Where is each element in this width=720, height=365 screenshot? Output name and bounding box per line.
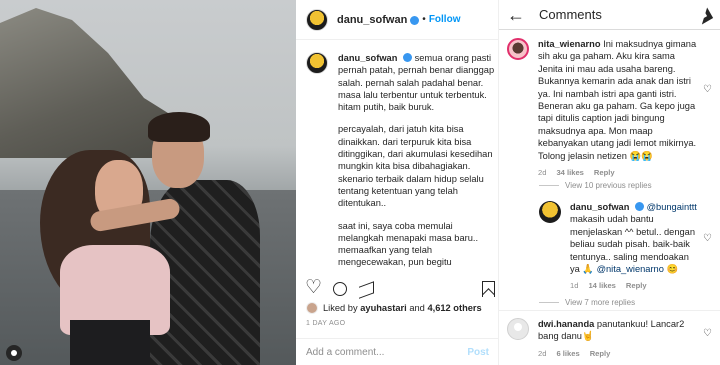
replies-line [539, 185, 559, 186]
share-icon[interactable] [358, 281, 374, 297]
likes-mid: and [409, 303, 425, 313]
comment-item: dwi.hananda panutankuu! Lancar2 bang dan… [507, 318, 712, 358]
send-direct-icon[interactable] [698, 8, 712, 22]
comment-avatar[interactable] [507, 318, 529, 340]
comment-likes[interactable]: 14 likes [588, 281, 615, 290]
reply-button[interactable]: Reply [626, 281, 647, 290]
likes-count-link[interactable]: 4,612 others [427, 303, 481, 313]
comment-age: 1d [570, 281, 579, 291]
comment-avatar[interactable] [539, 201, 561, 223]
comments-panel: ← Comments nita_wienarno Ini maksudnya g… [499, 0, 720, 365]
comment-age: 2d [538, 348, 547, 358]
view-replies-label: View 7 more replies [565, 298, 636, 307]
comment-mention[interactable]: @bungainttt [647, 202, 697, 212]
replies-line [539, 302, 559, 303]
back-arrow-icon[interactable]: ← [507, 6, 525, 24]
photo-man-hair [148, 112, 210, 142]
verified-badge-icon [410, 16, 420, 25]
comment-meta: 1d 14 likes Reply [570, 281, 700, 290]
comment-icon[interactable] [332, 281, 348, 297]
reply-button[interactable]: Reply [594, 168, 615, 177]
view-replies-link[interactable]: View 10 previous replies [539, 181, 652, 190]
divider [499, 310, 720, 311]
view-replies-label: View 10 previous replies [565, 181, 652, 190]
user-tag-icon[interactable] [6, 345, 22, 361]
bookmark-icon[interactable] [480, 281, 496, 297]
comment-text: danu_sofwan @bungainttt makasih udah ban… [570, 201, 700, 275]
post-comment-button[interactable]: Post [467, 347, 489, 358]
separator-dot: • [422, 14, 426, 25]
comment-avatar[interactable] [507, 38, 529, 60]
caption-para-3: saat ini, saya coba memulai melangkah me… [338, 220, 479, 267]
avatar[interactable] [306, 8, 328, 31]
likes-prefix: Liked by [323, 303, 358, 313]
comment-username[interactable]: danu_sofwan [570, 202, 629, 212]
verified-badge-icon [635, 202, 644, 211]
comments-title: Comments [539, 7, 602, 22]
comment-text: nita_wienarno Ini maksudnya gimana sih a… [538, 38, 700, 162]
comment-heart-icon[interactable]: ♡ [703, 328, 712, 339]
follow-button[interactable]: Follow [429, 14, 461, 25]
comment-age: 2d [538, 168, 547, 178]
likes-summary: Liked by ayuhastari and 4,612 others [306, 302, 482, 314]
comment-username[interactable]: nita_wienarno [538, 39, 601, 49]
caption-avatar[interactable] [306, 52, 328, 74]
comment-meta: 2d 6 likes Reply [538, 349, 700, 358]
comment-meta: 2d 34 likes Reply [538, 168, 700, 177]
caption-username[interactable]: danu_sofwan [338, 53, 397, 63]
photo-woman-skirt [70, 320, 150, 365]
comments-header: ← Comments [499, 0, 720, 30]
post-timestamp[interactable]: 1 DAY AGO [306, 320, 345, 327]
post-panel: danu_sofwan • Follow danu_sofwan semua o… [296, 0, 499, 365]
like-heart-icon[interactable] [305, 276, 322, 299]
comment-reply-item: danu_sofwan @bungainttt makasih udah ban… [539, 201, 712, 290]
comment-text: dwi.hananda panutankuu! Lancar2 bang dan… [538, 318, 700, 343]
post-username[interactable]: danu_sofwan [337, 14, 407, 26]
comment-likes[interactable]: 34 likes [556, 168, 583, 177]
view-more-replies-link[interactable]: View 7 more replies [539, 298, 635, 307]
verified-badge-icon [403, 53, 412, 62]
caption-para-2: percayalah, dari jatuh kita bisa dinaikk… [338, 124, 493, 209]
comment-item: nita_wienarno Ini maksudnya gimana sih a… [507, 38, 712, 177]
post-actions [305, 276, 496, 300]
comment-mention-2[interactable]: @nita_wienarno [597, 264, 664, 274]
comment-heart-icon[interactable]: ♡ [703, 233, 712, 244]
liked-by-user-link[interactable]: ayuhastari [360, 303, 407, 313]
post-caption: danu_sofwan semua orang pasti pernah pat… [306, 52, 496, 267]
add-comment-bar: Post [296, 338, 499, 365]
add-comment-input[interactable] [306, 346, 468, 358]
reply-button[interactable]: Reply [590, 349, 611, 358]
caption-body: danu_sofwan semua orang pasti pernah pat… [338, 52, 496, 267]
comment-heart-icon[interactable]: ♡ [703, 84, 712, 95]
comment-username[interactable]: dwi.hananda [538, 319, 594, 329]
post-header: danu_sofwan • Follow [296, 0, 498, 40]
liker-avatar[interactable] [306, 302, 318, 314]
comment-tail: 😊 [663, 264, 679, 275]
post-photo[interactable] [0, 0, 296, 365]
comment-likes[interactable]: 6 likes [556, 349, 579, 358]
comment-body: Ini maksudnya gimana sih aku ga paham. A… [538, 39, 697, 161]
